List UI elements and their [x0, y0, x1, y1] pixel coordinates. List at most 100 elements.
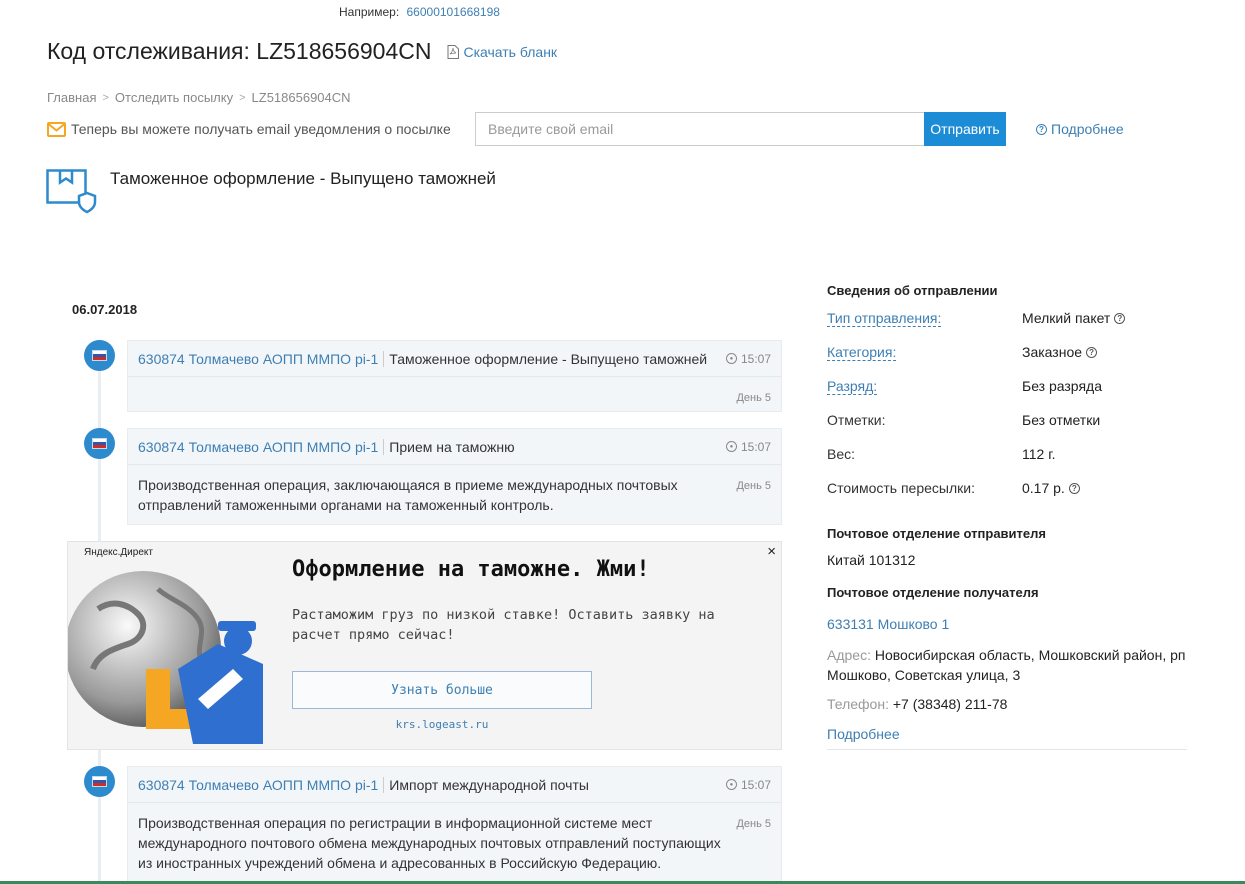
- sender-office: Китай 101312: [827, 552, 916, 568]
- event-body: Производственная операция по регистрации…: [128, 803, 781, 883]
- event-office-link[interactable]: 630874 Толмачево АОПП ММПО pi-1: [138, 350, 385, 367]
- download-form-label: Скачать бланк: [463, 44, 558, 60]
- info-value-category-text: Заказное: [1022, 344, 1083, 360]
- recipient-office-title: Почтовое отделение получателя: [827, 585, 1039, 600]
- info-value-cost-text: 0.17 р.: [1022, 480, 1065, 496]
- send-button[interactable]: Отправить: [924, 112, 1006, 146]
- event-time-value: 15:07: [740, 351, 771, 366]
- ad-title[interactable]: Оформление на таможне. Жми!: [292, 557, 650, 582]
- event-time-value: 15:07: [740, 439, 771, 454]
- info-value-weight: 112 г.: [1022, 446, 1056, 462]
- shipment-info-rows: Тип отправления: Мелкий пакет? Категория…: [827, 310, 1187, 514]
- recipient-address: Адрес: Новосибирская область, Мошковский…: [827, 645, 1192, 685]
- close-icon[interactable]: ×: [767, 543, 776, 560]
- event-office-link[interactable]: 630874 Толмачево АОПП ММПО pi-1: [138, 776, 385, 793]
- event-operation: Таможенное оформление - Выпущено таможне…: [389, 350, 708, 367]
- event-time: ● 15:07: [725, 351, 771, 366]
- info-key-category[interactable]: Категория:: [827, 344, 897, 361]
- event-description: Производственная операция, заключающаяся…: [138, 477, 678, 513]
- download-form-link[interactable]: Скачать бланк: [447, 44, 557, 60]
- russia-flag-icon: [84, 428, 115, 459]
- phone-label: Телефон:: [827, 696, 889, 712]
- clock-icon: ●: [725, 353, 737, 364]
- info-key-weight: Вес:: [827, 446, 856, 462]
- ad-banner[interactable]: Яндекс.Директ × Оформление на таможне. Ж…: [67, 541, 782, 750]
- russia-flag-icon: [84, 766, 115, 797]
- pdf-file-icon: [447, 45, 460, 59]
- envelope-icon: [47, 121, 66, 137]
- email-notify-bar: Теперь вы можете получать email уведомле…: [47, 112, 1006, 146]
- event-header: 630874 Толмачево АОПП ММПО pi-1 Таможенн…: [128, 341, 781, 377]
- event-header: 630874 Толмачево АОПП ММПО pi-1 Прием на…: [128, 429, 781, 465]
- more-info-link[interactable]: ? Подробнее: [1036, 121, 1124, 137]
- info-value-marks: Без отметки: [1022, 412, 1101, 428]
- event-day: День 5: [736, 392, 771, 404]
- event-time: ● 15:07: [725, 777, 771, 792]
- breadcrumb: Главная > Отследить посылку > LZ51865690…: [47, 90, 351, 105]
- info-value-category: Заказное?: [1022, 344, 1098, 360]
- shipment-info-panel: Сведения об отправлении Тип отправления:…: [827, 283, 1187, 514]
- info-row-category: Категория: Заказное?: [827, 344, 1187, 378]
- title-row: Код отслеживания: LZ518656904CN Скачать …: [47, 38, 557, 65]
- breadcrumb-track[interactable]: Отследить посылку: [115, 90, 233, 105]
- email-input[interactable]: [475, 112, 924, 146]
- globe-customs-officer-image: [68, 571, 263, 744]
- recipient-more-link[interactable]: Подробнее: [827, 726, 900, 742]
- shipment-info-title: Сведения об отправлении: [827, 283, 998, 298]
- recipient-phone: Телефон: +7 (38348) 211-78: [827, 696, 1007, 712]
- event-time: ● 15:07: [725, 439, 771, 454]
- question-icon: ?: [1036, 123, 1047, 135]
- event-office-link[interactable]: 630874 Толмачево АОПП ММПО pi-1: [138, 438, 385, 455]
- sender-office-title: Почтовое отделение отправителя: [827, 526, 1046, 541]
- timeline-event: 630874 Толмачево АОПП ММПО pi-1 Импорт м…: [127, 766, 782, 884]
- email-notify-text: Теперь вы можете получать email уведомле…: [71, 121, 451, 137]
- event-time-value: 15:07: [740, 777, 771, 792]
- event-description: Производственная операция по регистрации…: [138, 815, 721, 871]
- more-info-label: Подробнее: [1051, 121, 1124, 137]
- timeline-date: 06.07.2018: [72, 302, 138, 317]
- breadcrumb-home[interactable]: Главная: [47, 90, 96, 105]
- phone-value: +7 (38348) 211-78: [892, 696, 1008, 712]
- info-row-cost: Стоимость пересылки: 0.17 р.?: [827, 480, 1187, 514]
- timeline-event: 630874 Толмачево АОПП ММПО pi-1 Таможенн…: [127, 340, 782, 412]
- info-key-rank[interactable]: Разряд:: [827, 378, 878, 395]
- timeline-event: 630874 Толмачево АОПП ММПО pi-1 Прием на…: [127, 428, 782, 525]
- recipient-office-link[interactable]: 633131 Мошково 1: [827, 616, 949, 632]
- event-operation: Импорт международной почты: [389, 776, 589, 793]
- info-row-type: Тип отправления: Мелкий пакет?: [827, 310, 1187, 344]
- info-key-type[interactable]: Тип отправления:: [827, 310, 942, 327]
- event-body: Производственная операция, заключающаяся…: [128, 465, 781, 525]
- breadcrumb-current: LZ518656904CN: [251, 90, 351, 105]
- page-title: Код отслеживания: LZ518656904CN: [47, 38, 432, 64]
- chevron-right-icon: >: [239, 91, 246, 104]
- question-icon[interactable]: ?: [1114, 312, 1126, 324]
- event-header: 630874 Толмачево АОПП ММПО pi-1 Импорт м…: [128, 767, 781, 803]
- info-value-cost: 0.17 р.?: [1022, 480, 1080, 496]
- info-row-marks: Отметки: Без отметки: [827, 412, 1187, 446]
- example-label: Например:: [339, 5, 400, 19]
- info-row-rank: Разряд: Без разряда: [827, 378, 1187, 412]
- ad-url-link[interactable]: krs.logeast.ru: [292, 718, 592, 731]
- ad-label: Яндекс.Директ: [84, 547, 153, 558]
- russia-flag-icon: [84, 340, 115, 371]
- status-text: Таможенное оформление - Выпущено таможне…: [110, 169, 496, 188]
- example-code-link[interactable]: 66000101668198: [407, 5, 500, 19]
- info-key-cost: Стоимость пересылки:: [827, 480, 975, 496]
- question-icon[interactable]: ?: [1086, 346, 1098, 358]
- event-operation: Прием на таможню: [389, 438, 515, 455]
- event-body: День 5: [128, 377, 781, 412]
- ad-text: Растаможим груз по низкой ставке! Остави…: [292, 607, 715, 643]
- info-value-type-text: Мелкий пакет: [1022, 310, 1111, 326]
- clock-icon: ●: [725, 779, 737, 790]
- customs-package-icon: [46, 169, 97, 214]
- example-hint: Например: 66000101668198: [339, 5, 500, 19]
- info-row-weight: Вес: 112 г.: [827, 446, 1187, 480]
- question-icon[interactable]: ?: [1068, 482, 1080, 494]
- current-status: Таможенное оформление - Выпущено таможне…: [46, 166, 496, 214]
- divider: [827, 749, 1187, 750]
- chevron-right-icon: >: [102, 91, 109, 104]
- info-key-marks: Отметки:: [827, 412, 886, 428]
- clock-icon: ●: [725, 441, 737, 452]
- ad-learn-more-button[interactable]: Узнать больше: [292, 671, 592, 709]
- event-day: День 5: [736, 480, 771, 492]
